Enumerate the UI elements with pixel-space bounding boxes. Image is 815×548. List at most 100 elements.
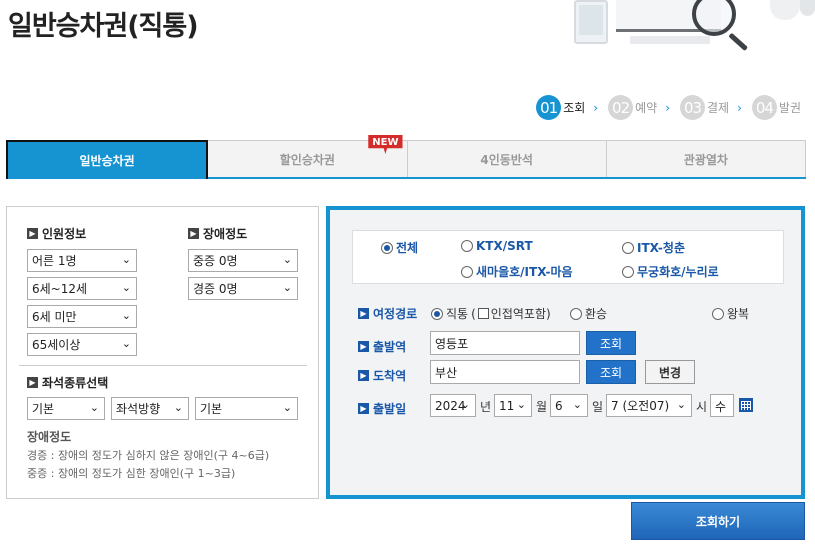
hour-select[interactable]: 7 (오전07) ⌄: [606, 394, 692, 417]
year-unit: 년: [480, 400, 492, 414]
departure-label-text: 출발역: [373, 340, 407, 354]
select-value: 6세~12세: [32, 282, 88, 296]
radio-label: 무궁화호/누리로: [637, 265, 719, 279]
magnifier-handle: [728, 32, 749, 52]
route-roundtrip-radio[interactable]: 왕복: [712, 305, 749, 322]
train-type-saemaeul-radio[interactable]: 새마을호/ITX-마음: [461, 263, 573, 280]
step-number: 01: [536, 95, 562, 120]
arrival-label: ▶ 도착역: [358, 367, 406, 384]
page-title: 일반승차권(직통): [8, 11, 199, 42]
route-direct-radio[interactable]: 직통 ( 인접역포함): [431, 305, 551, 322]
severe-disability-select[interactable]: 중증 0명 ⌄: [188, 249, 298, 272]
chevron-down-icon: ⌄: [89, 401, 99, 414]
search-submit-button[interactable]: 조회하기: [631, 502, 805, 540]
train-type-mugunghwa-radio[interactable]: 무궁화호/누리로: [622, 263, 719, 280]
select-value: 65세이상: [32, 338, 81, 352]
infant-count-select[interactable]: 6세 미만 ⌄: [27, 305, 137, 328]
section-arrow-icon: ▶: [188, 228, 199, 239]
arrival-search-button[interactable]: 조회: [586, 360, 636, 384]
chevron-down-icon: ⌄: [121, 337, 131, 350]
chevron-down-icon: ⌄: [121, 309, 131, 322]
day-unit: 일: [592, 400, 604, 414]
date-label-text: 출발일: [373, 402, 407, 416]
train-type-all-radio[interactable]: 전체: [381, 239, 418, 256]
select-value: 6세 미만: [32, 310, 77, 324]
select-value: 어른 1명: [32, 254, 77, 268]
radio-dot: [431, 307, 443, 320]
radio-dot: [712, 307, 724, 320]
arrival-station-input[interactable]: 부산: [430, 360, 580, 384]
swap-stations-button[interactable]: 변경: [645, 360, 695, 384]
day-select[interactable]: 6 ⌄: [550, 394, 588, 417]
train-type-ktx-radio[interactable]: KTX/SRT: [461, 239, 533, 253]
seat-type-select[interactable]: 기본 ⌄: [27, 397, 105, 420]
seat-heading: ▶ 좌석종류선택: [27, 374, 108, 391]
step-label: 조회: [563, 101, 586, 115]
departure-label: ▶ 출발역: [358, 338, 406, 355]
paren-open: (: [471, 306, 476, 321]
mild-disability-select[interactable]: 경증 0명 ⌄: [188, 277, 298, 300]
adult-count-select[interactable]: 어른 1명 ⌄: [27, 249, 137, 272]
date-label: ▶ 출발일: [358, 400, 406, 417]
train-type-box: 전체 KTX/SRT ITX-청춘 새마을호/ITX-마음 무궁화호/누리로: [352, 230, 784, 284]
step-number: 03: [680, 95, 705, 120]
child-count-select[interactable]: 6세~12세 ⌄: [27, 277, 137, 300]
route-transfer-radio[interactable]: 환승: [570, 305, 607, 322]
seat-position-select[interactable]: 기본 ⌄: [195, 397, 298, 420]
step-label: 예약: [635, 101, 658, 115]
divider: [19, 365, 307, 366]
passenger-heading-text: 인원정보: [42, 227, 87, 241]
radio-dot: [622, 241, 634, 254]
radio-dot: [461, 240, 473, 252]
new-badge: NEW: [368, 135, 403, 154]
chevron-down-icon: ⌄: [516, 398, 526, 411]
chevron-right-icon: ›: [593, 100, 599, 115]
calendar-icon[interactable]: [739, 398, 753, 412]
radio-dot: [461, 265, 473, 278]
keyboard-image: [630, 36, 710, 44]
route-label-text: 여정경로: [373, 307, 418, 321]
search-panel: 전체 KTX/SRT ITX-청춘 새마을호/ITX-마음 무궁화호/누리로 ▶…: [326, 206, 805, 499]
year-select[interactable]: 2024 ⌄: [430, 394, 476, 417]
month-unit: 월: [536, 400, 548, 414]
passenger-heading: ▶ 인원정보: [27, 225, 86, 242]
header-illustration: [560, 0, 815, 60]
tab-label: 할인승차권: [279, 152, 335, 167]
tab-discount-ticket[interactable]: 할인승차권 NEW: [208, 135, 408, 177]
select-value: 경증 0명: [193, 282, 238, 296]
chevron-down-icon: ⌄: [282, 281, 292, 294]
seat-direction-select[interactable]: 좌석방향 ⌄: [111, 397, 189, 420]
step-reserve: 02 예약 ›: [608, 95, 670, 120]
chevron-down-icon: ⌄: [121, 253, 131, 266]
select-value: 7 (오전07): [611, 399, 670, 413]
select-value: 11: [499, 398, 515, 413]
select-value: 기본: [32, 402, 55, 416]
departure-station-input[interactable]: 영등포: [430, 331, 580, 355]
step-number: 04: [751, 95, 777, 120]
select-value: 기본: [200, 402, 223, 416]
section-arrow-icon: ▶: [27, 377, 38, 388]
section-arrow-icon: ▶: [358, 370, 369, 381]
nearby-station-checkbox[interactable]: [477, 308, 489, 319]
section-arrow-icon: ▶: [27, 228, 38, 239]
step-label: 결제: [707, 101, 730, 115]
chevron-right-icon: ›: [737, 100, 742, 115]
tab-general-ticket[interactable]: 일반승차권: [6, 140, 209, 179]
arrival-label-text: 도착역: [373, 369, 407, 383]
tab-tour-train[interactable]: 관광열차: [606, 140, 806, 177]
chevron-down-icon: ⌄: [121, 281, 131, 294]
radio-dot: [622, 265, 634, 278]
magnifier-icon: [692, 0, 736, 36]
tab-family-seat[interactable]: 4인동반석: [407, 140, 607, 177]
month-select[interactable]: 11 ⌄: [494, 394, 532, 417]
train-type-itx-cheongchun-radio[interactable]: ITX-청춘: [622, 239, 685, 256]
decor-shape: [770, 0, 800, 20]
radio-label: 직통: [446, 307, 469, 321]
senior-count-select[interactable]: 65세이상 ⌄: [27, 333, 137, 356]
departure-search-button[interactable]: 조회: [586, 331, 636, 355]
radio-dot: [570, 307, 582, 320]
section-arrow-icon: ▶: [358, 308, 369, 319]
seat-heading-text: 좌석종류선택: [42, 376, 109, 390]
step-search: 01 조회 ›: [536, 95, 598, 120]
nearby-station-label: 인접역포함): [490, 307, 551, 321]
